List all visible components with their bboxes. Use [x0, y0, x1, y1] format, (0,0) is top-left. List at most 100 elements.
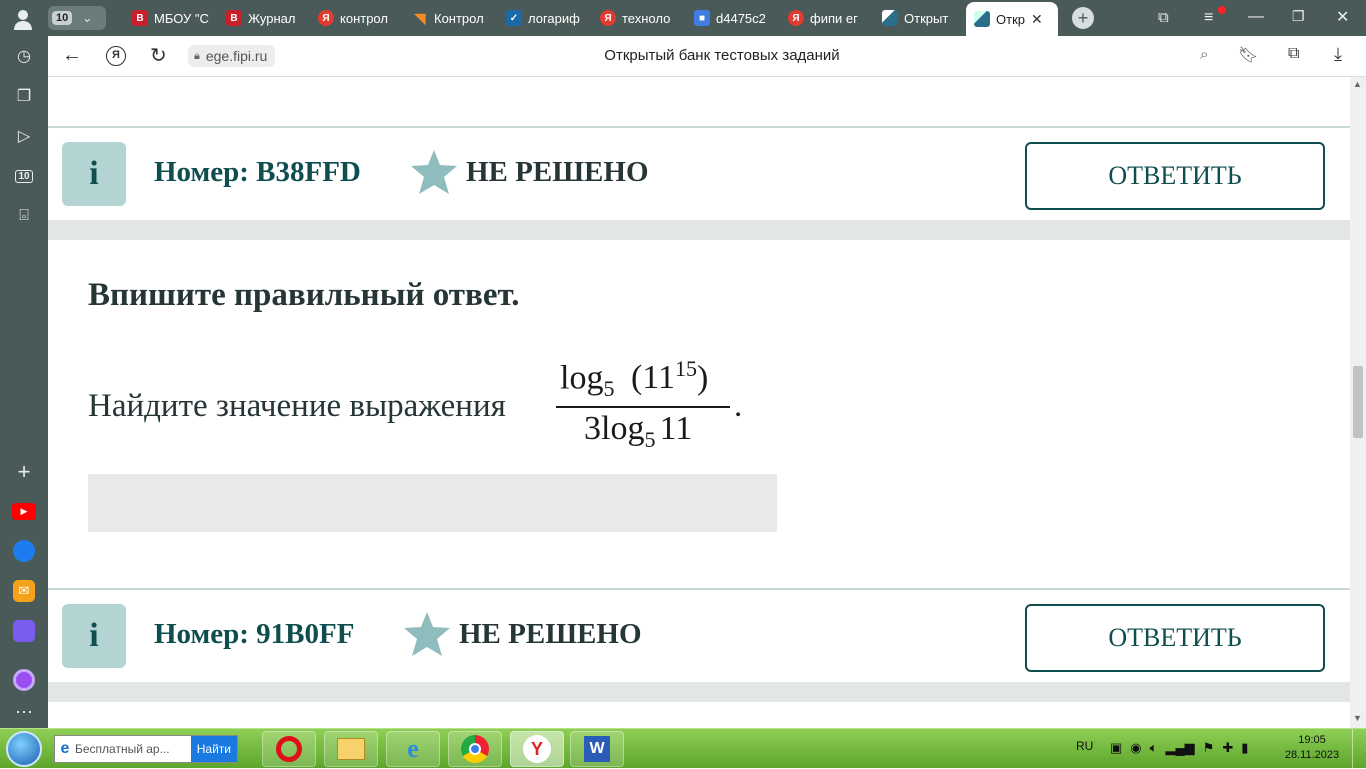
star-icon[interactable]	[402, 610, 452, 658]
tab-control-1[interactable]: Я контрол	[310, 0, 402, 36]
notification-dot	[1218, 6, 1226, 14]
show-desktop-button[interactable]	[1352, 729, 1366, 769]
scrollbar[interactable]: ▲ ▼	[1350, 77, 1366, 728]
answer-input[interactable]	[88, 474, 777, 532]
youtube-icon[interactable]: ▶	[12, 499, 36, 523]
messenger-icon[interactable]	[12, 539, 36, 563]
fraction-denominator: 3log5 11	[584, 410, 693, 452]
explorer-icon[interactable]	[324, 731, 378, 767]
section-divider	[48, 682, 1350, 702]
url-pill[interactable]: 🔒︎ ege.fipi.ru	[188, 45, 276, 67]
tab-counter-button[interactable]: 10 ⌄	[48, 6, 106, 30]
info-button[interactable]: i	[62, 142, 126, 206]
task-number: Номер: 91B0FF	[154, 618, 355, 650]
play-icon[interactable]: ▷	[12, 124, 36, 148]
task-number: Номер: B38FFD	[154, 156, 361, 188]
internet-explorer-icon[interactable]: e	[386, 731, 440, 767]
gallery-icon[interactable]	[12, 619, 36, 643]
formula-period: .	[734, 388, 743, 424]
tab-journal[interactable]: В Журнал	[218, 0, 302, 36]
volume-icon[interactable]: 🔈︎	[1150, 740, 1158, 756]
ie-icon: e	[60, 740, 70, 757]
clock[interactable]: 19:05 28.11.2023	[1280, 733, 1344, 763]
check-icon: ✓	[506, 10, 522, 26]
task-header: i Номер: B38FFD НЕ РЕШЕНО ОТВЕТИТЬ	[48, 126, 1350, 220]
new-tab-button[interactable]: +	[1072, 7, 1094, 29]
add-icon[interactable]: +	[12, 459, 36, 484]
close-icon[interactable]: ✕	[1031, 11, 1043, 28]
tab-mbou[interactable]: В МБОУ "С	[124, 0, 216, 36]
search-box[interactable]: e Бесплатный ар... Найти	[54, 735, 238, 763]
tab-fipi-ege[interactable]: Я фипи ег	[780, 0, 870, 36]
discord-icon[interactable]: ◉	[1130, 740, 1141, 756]
profile-icon[interactable]	[12, 8, 34, 30]
chevron-down-icon: ⌄	[82, 11, 93, 25]
minimize-icon[interactable]: —	[1248, 8, 1264, 26]
start-button-icon[interactable]	[6, 731, 42, 767]
red-square-icon: В	[132, 10, 148, 26]
browser-sidebar: ◷ ❐ ▷ 10 ⌻ + ▶ ✉ ⋯	[0, 36, 48, 728]
reload-icon[interactable]: ↻	[150, 43, 167, 68]
back-icon[interactable]: ←	[62, 44, 82, 67]
language-indicator[interactable]: RU	[1076, 739, 1093, 753]
flag-icon[interactable]: ⚑	[1203, 740, 1215, 756]
page-title: Открытый банк тестовых заданий	[604, 47, 840, 64]
tray-icons: ▣ ◉ 🔈︎ ▂▄▆ ⚑ ✚ ▮	[1110, 740, 1248, 756]
search-button[interactable]: Найти	[190, 736, 237, 762]
math-fraction: log5 (1115) 3log5 11	[556, 352, 732, 452]
section-divider	[48, 220, 1350, 240]
problem-statement: Найдите значение выражения log5 (1115) 3…	[88, 352, 788, 452]
taskbar: e Бесплатный ар... Найти e Y W RU ▣ ◉ 🔈︎…	[0, 728, 1366, 769]
search-text: Бесплатный ар...	[75, 742, 170, 756]
problem-text: Найдите значение выражения	[88, 388, 506, 424]
network-icon[interactable]: ▂▄▆	[1165, 740, 1194, 756]
tab-bar: 10 ⌄ В МБОУ "С В Журнал Я контрол ◥ Конт…	[0, 0, 1366, 36]
restore-icon[interactable]: ❐	[1292, 8, 1305, 25]
tab-counter: 10	[52, 11, 73, 25]
scrollbar-thumb[interactable]	[1353, 366, 1363, 438]
tab-d4475c2[interactable]: ■ d4475c2	[686, 0, 776, 36]
yandex-button-icon[interactable]: Я	[106, 46, 126, 66]
tab-logarithm[interactable]: ✓ логариф	[498, 0, 588, 36]
answer-button[interactable]: ОТВЕТИТЬ	[1025, 604, 1325, 672]
mail-icon[interactable]: ✉	[12, 579, 36, 603]
scroll-down-icon[interactable]: ▼	[1353, 713, 1362, 723]
tab-badge-icon[interactable]: 10	[12, 164, 36, 188]
collections-icon[interactable]: ⧉	[1158, 9, 1176, 27]
scroll-up-icon[interactable]: ▲	[1353, 79, 1362, 89]
alice-icon[interactable]	[12, 668, 36, 692]
more-icon[interactable]: ⋯	[12, 700, 36, 724]
info-button[interactable]: i	[62, 604, 126, 668]
menu-icon[interactable]: ≡	[1204, 6, 1226, 27]
battery-icon[interactable]: ▮	[1241, 740, 1248, 756]
collections-icon[interactable]: ❐	[12, 84, 36, 108]
tab-control-2[interactable]: ◥ Контрол	[404, 0, 496, 36]
download-icon[interactable]: ⤓	[1334, 44, 1342, 65]
url-text: ege.fipi.ru	[205, 48, 268, 64]
opera-icon[interactable]	[262, 731, 316, 767]
address-bar: ← Я ↻ 🔒︎ ege.fipi.ru Открытый банк тесто…	[48, 36, 1366, 77]
status-label: НЕ РЕШЕНО	[466, 156, 649, 188]
status-label: НЕ РЕШЕНО	[459, 618, 642, 650]
orange-triangle-icon: ◥	[414, 9, 426, 26]
answer-button[interactable]: ОТВЕТИТЬ	[1025, 142, 1325, 210]
problem-heading: Впишите правильный ответ.	[88, 277, 520, 313]
task-header: i Номер: 91B0FF НЕ РЕШЕНО ОТВЕТИТЬ	[48, 588, 1350, 682]
tab-active[interactable]: Откр ✕	[966, 2, 1058, 36]
star-icon[interactable]	[409, 148, 459, 196]
yandex-icon: Я	[788, 10, 804, 26]
fipi-icon	[882, 10, 898, 26]
update-icon[interactable]: ✚	[1222, 740, 1233, 756]
yandex-browser-icon[interactable]: Y	[510, 731, 564, 767]
tab-open-bank[interactable]: Открыт	[874, 0, 964, 36]
chrome-icon[interactable]	[448, 731, 502, 767]
tab-technology[interactable]: Я техноло	[592, 0, 682, 36]
word-icon[interactable]: W	[570, 731, 624, 767]
bookmark-icon[interactable]: 🔖︎	[1238, 45, 1258, 65]
screenshot-icon[interactable]: ⌻	[12, 204, 36, 228]
history-icon[interactable]: ◷	[12, 44, 36, 68]
zoom-icon[interactable]: ⌕	[1200, 46, 1208, 63]
tray-app-icon[interactable]: ▣	[1110, 740, 1122, 756]
extensions-icon[interactable]: ⧉	[1288, 45, 1299, 63]
close-window-icon[interactable]: ✕	[1336, 7, 1349, 27]
